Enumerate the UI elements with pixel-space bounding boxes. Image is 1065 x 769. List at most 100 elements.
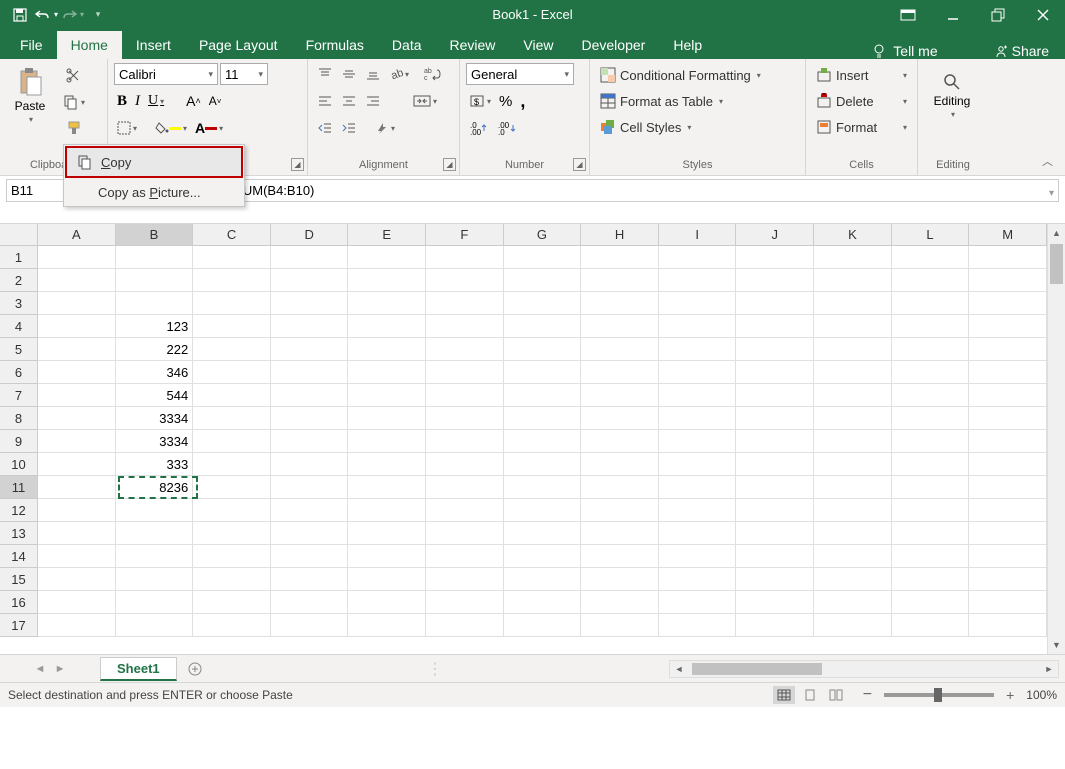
cell[interactable] xyxy=(116,499,194,522)
col-header[interactable]: K xyxy=(814,224,892,245)
col-header[interactable]: D xyxy=(271,224,349,245)
cell[interactable] xyxy=(271,591,349,614)
cell[interactable] xyxy=(659,338,737,361)
cell[interactable] xyxy=(892,476,970,499)
cell[interactable] xyxy=(736,476,814,499)
cell[interactable] xyxy=(581,430,659,453)
cell[interactable] xyxy=(969,292,1047,315)
cell[interactable] xyxy=(969,591,1047,614)
cell[interactable] xyxy=(348,476,426,499)
increase-indent-button[interactable] xyxy=(338,117,360,139)
cell[interactable] xyxy=(348,568,426,591)
cell[interactable] xyxy=(426,476,504,499)
cell[interactable] xyxy=(969,338,1047,361)
cell[interactable] xyxy=(814,591,892,614)
cell[interactable] xyxy=(581,568,659,591)
cell[interactable] xyxy=(969,407,1047,430)
align-middle-button[interactable] xyxy=(338,63,360,85)
row-header[interactable]: 5 xyxy=(0,338,37,361)
cell[interactable] xyxy=(504,292,582,315)
cell[interactable] xyxy=(504,315,582,338)
save-button[interactable] xyxy=(8,3,32,27)
col-header[interactable]: M xyxy=(969,224,1047,245)
col-header[interactable]: F xyxy=(426,224,504,245)
cell[interactable] xyxy=(892,269,970,292)
cell[interactable] xyxy=(271,384,349,407)
cell[interactable] xyxy=(193,476,271,499)
row-header[interactable]: 17 xyxy=(0,614,37,637)
row-header[interactable]: 15 xyxy=(0,568,37,591)
font-name-combo[interactable]: Calibri▾ xyxy=(114,63,218,85)
cell[interactable] xyxy=(426,568,504,591)
cell[interactable] xyxy=(426,545,504,568)
sheet-nav[interactable]: ◄ ► xyxy=(0,663,100,675)
cell[interactable] xyxy=(814,338,892,361)
ribbon-display-button[interactable] xyxy=(885,0,930,29)
cell[interactable] xyxy=(814,246,892,269)
cell[interactable] xyxy=(271,476,349,499)
undo-button[interactable]: ▾ xyxy=(34,3,58,27)
cell[interactable] xyxy=(116,246,194,269)
percent-button[interactable]: % xyxy=(496,90,515,112)
number-format-combo[interactable]: General▾ xyxy=(466,63,574,85)
cell[interactable] xyxy=(116,568,194,591)
tab-formulas[interactable]: Formulas xyxy=(292,31,378,59)
col-header[interactable]: C xyxy=(193,224,271,245)
orientation-more[interactable]: ▾ xyxy=(372,117,398,139)
cell[interactable] xyxy=(581,338,659,361)
cell[interactable] xyxy=(38,407,116,430)
alignment-launcher[interactable]: ◢ xyxy=(443,158,456,171)
row-header[interactable]: 13 xyxy=(0,522,37,545)
insert-cells-button[interactable]: Insert▾ xyxy=(812,65,911,85)
decrease-font-button[interactable]: A˅ xyxy=(206,90,225,112)
cell[interactable] xyxy=(659,269,737,292)
cell[interactable] xyxy=(38,522,116,545)
delete-cells-button[interactable]: Delete▾ xyxy=(812,91,911,111)
fill-color-button[interactable]: ▾ xyxy=(152,117,190,139)
cell[interactable] xyxy=(426,522,504,545)
cell[interactable] xyxy=(892,568,970,591)
cell[interactable] xyxy=(581,545,659,568)
cell[interactable] xyxy=(814,315,892,338)
cell[interactable] xyxy=(193,338,271,361)
cell[interactable] xyxy=(426,453,504,476)
cell[interactable] xyxy=(348,246,426,269)
cell[interactable] xyxy=(271,269,349,292)
row-header[interactable]: 16 xyxy=(0,591,37,614)
cell[interactable] xyxy=(736,384,814,407)
cell[interactable] xyxy=(969,361,1047,384)
cell[interactable] xyxy=(426,384,504,407)
cell[interactable] xyxy=(504,614,582,637)
cell[interactable] xyxy=(814,545,892,568)
wrap-text-button[interactable]: abc xyxy=(420,63,444,85)
cell[interactable] xyxy=(193,430,271,453)
cell[interactable] xyxy=(736,545,814,568)
cell[interactable] xyxy=(193,568,271,591)
horizontal-scrollbar[interactable]: ◄ ► xyxy=(669,660,1059,678)
add-sheet-button[interactable] xyxy=(183,657,207,681)
cell[interactable] xyxy=(426,269,504,292)
page-break-view-button[interactable] xyxy=(825,686,847,704)
cell[interactable] xyxy=(659,591,737,614)
zoom-thumb[interactable] xyxy=(934,688,942,702)
cell[interactable] xyxy=(271,338,349,361)
restore-button[interactable] xyxy=(975,0,1020,29)
cell[interactable] xyxy=(581,246,659,269)
cell[interactable] xyxy=(38,292,116,315)
cell[interactable] xyxy=(426,361,504,384)
cell[interactable] xyxy=(38,315,116,338)
font-size-combo[interactable]: 11▾ xyxy=(220,63,268,85)
cell[interactable] xyxy=(271,568,349,591)
cell[interactable] xyxy=(581,614,659,637)
increase-decimal-button[interactable]: .0.00 xyxy=(466,117,492,139)
cell[interactable] xyxy=(659,476,737,499)
cell[interactable] xyxy=(892,292,970,315)
cell[interactable] xyxy=(116,292,194,315)
cell[interactable] xyxy=(348,407,426,430)
cell[interactable] xyxy=(348,384,426,407)
cell[interactable] xyxy=(969,430,1047,453)
cell[interactable] xyxy=(348,292,426,315)
row-header[interactable]: 14 xyxy=(0,545,37,568)
col-header[interactable]: J xyxy=(736,224,814,245)
expand-formula-button[interactable]: ▾ xyxy=(1049,188,1054,199)
